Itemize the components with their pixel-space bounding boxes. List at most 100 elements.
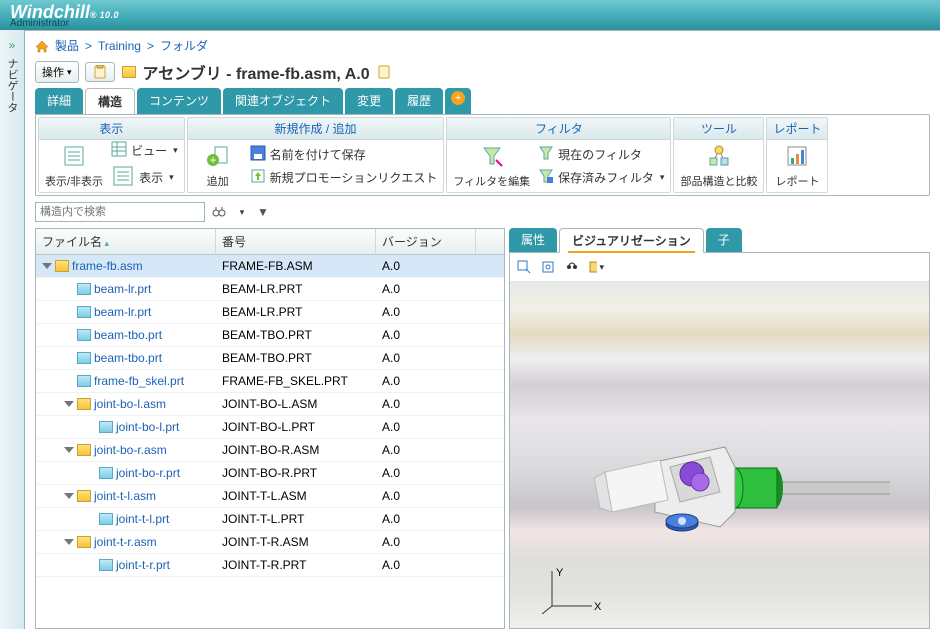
viz-tab[interactable]: ビジュアリゼーション: [559, 228, 704, 253]
tree-row[interactable]: joint-bo-r.asmJOINT-BO-R.ASMA.0: [36, 439, 504, 462]
report-icon: [785, 144, 809, 171]
axis-indicator: Y X: [542, 566, 602, 616]
ribbon-button[interactable]: +追加: [194, 144, 242, 189]
spin-icon[interactable]: [564, 259, 580, 275]
tree-item-number: BEAM-TBO.PRT: [216, 351, 376, 365]
ribbon-button[interactable]: レポート: [773, 144, 821, 189]
part-icon: [99, 559, 113, 571]
tree-item-version: A.0: [376, 558, 476, 572]
tab-4[interactable]: 変更: [345, 88, 393, 114]
tab-add[interactable]: +: [445, 88, 471, 114]
binoculars-icon[interactable]: [211, 204, 227, 220]
ribbon-button[interactable]: 表示/非表示: [45, 144, 103, 189]
tree-item-name[interactable]: joint-t-l.prt: [116, 512, 169, 526]
tree-item-number: JOINT-BO-R.ASM: [216, 443, 376, 457]
tab-3[interactable]: 関連オブジェクト: [223, 88, 343, 114]
navigator-sidebar[interactable]: » ナビゲータ: [0, 30, 25, 629]
tree-item-name[interactable]: joint-t-r.asm: [94, 535, 157, 549]
tree-row[interactable]: joint-bo-r.prt JOINT-BO-R.PRTA.0: [36, 462, 504, 485]
tree-row[interactable]: beam-tbo.prtBEAM-TBO.PRTA.0: [36, 324, 504, 347]
tree-row[interactable]: joint-bo-l.prtJOINT-BO-L.PRTA.0: [36, 416, 504, 439]
tree-item-name[interactable]: joint-t-r.prt: [116, 558, 170, 572]
clipboard-button[interactable]: [85, 62, 115, 82]
tab-5[interactable]: 履歴: [395, 88, 443, 114]
col-header-version[interactable]: バージョン: [376, 229, 476, 254]
ribbon-link[interactable]: 表示: [111, 164, 178, 191]
ribbon-link-label: ビュー: [131, 142, 167, 159]
tree-row[interactable]: beam-lr.prtBEAM-LR.PRTA.0: [36, 278, 504, 301]
home-icon[interactable]: [35, 38, 49, 53]
part-icon: [99, 513, 113, 525]
breadcrumb-link[interactable]: Training: [98, 39, 141, 53]
part-icon: [99, 421, 113, 433]
tree-item-version: A.0: [376, 466, 476, 480]
tree-item-version: A.0: [376, 420, 476, 434]
expand-icon[interactable]: [64, 493, 74, 499]
tree-item-number: JOINT-T-R.ASM: [216, 535, 376, 549]
search-options-icon[interactable]: [233, 204, 249, 220]
viz-tab[interactable]: 子: [706, 228, 742, 253]
part-icon: [77, 375, 91, 387]
ribbon-link[interactable]: 現在のフィルタ: [538, 145, 664, 164]
part-icon: [77, 283, 91, 295]
brand-reg: ®: [90, 10, 97, 20]
tree-item-number: BEAM-TBO.PRT: [216, 328, 376, 342]
structure-search-row: ▼: [25, 196, 940, 228]
tree-item-name[interactable]: beam-lr.prt: [94, 282, 151, 296]
tab-2[interactable]: コンテンツ: [137, 88, 221, 114]
tree-item-number: JOINT-BO-R.PRT: [216, 466, 376, 480]
breadcrumb-link[interactable]: 製品: [55, 37, 79, 54]
expand-navigator-icon[interactable]: »: [0, 38, 24, 52]
zoom-window-icon[interactable]: [516, 259, 532, 275]
tree-row[interactable]: frame-fb.asmFRAME-FB.ASMA.0: [36, 255, 504, 278]
ribbon-button[interactable]: 部品構造と比較: [680, 144, 757, 189]
navigator-label: ナビゲータ: [4, 58, 20, 113]
tree-row[interactable]: joint-t-l.asmJOINT-T-L.ASMA.0: [36, 485, 504, 508]
tree-row[interactable]: joint-t-r.prt JOINT-T-R.PRTA.0: [36, 554, 504, 577]
tree-row[interactable]: frame-fb_skel.prtFRAME-FB_SKEL.PRTA.0: [36, 370, 504, 393]
viz-canvas[interactable]: Y X: [510, 282, 929, 628]
breadcrumb-link[interactable]: フォルダ: [160, 37, 208, 54]
tree-item-name[interactable]: joint-bo-r.asm: [94, 443, 167, 457]
actions-button[interactable]: 操作▾: [35, 61, 79, 83]
tree-row[interactable]: joint-t-r.asmJOINT-T-R.ASMA.0: [36, 531, 504, 554]
ribbon-link[interactable]: 新規プロモーションリクエスト: [250, 168, 438, 187]
tree-item-name[interactable]: frame-fb_skel.prt: [94, 374, 184, 388]
tree-item-name[interactable]: joint-bo-r.prt: [116, 466, 180, 480]
expand-icon[interactable]: [64, 539, 74, 545]
tree-item-name[interactable]: joint-bo-l.asm: [94, 397, 166, 411]
tree-item-number: JOINT-T-R.PRT: [216, 558, 376, 572]
tree-item-name[interactable]: beam-tbo.prt: [94, 328, 162, 342]
tree-row[interactable]: joint-t-l.prtJOINT-T-L.PRTA.0: [36, 508, 504, 531]
expand-icon[interactable]: [64, 401, 74, 407]
expand-icon[interactable]: [64, 447, 74, 453]
structure-search-input[interactable]: [35, 202, 205, 222]
tab-0[interactable]: 詳細: [35, 88, 83, 114]
ribbon-group: フィルタフィルタを編集現在のフィルタ保存済みフィルタ: [446, 117, 671, 193]
ribbon-group-title: フィルタ: [447, 118, 670, 140]
tree-item-name[interactable]: beam-tbo.prt: [94, 351, 162, 365]
tree-row[interactable]: joint-bo-l.asmJOINT-BO-L.ASMA.0: [36, 393, 504, 416]
tab-1[interactable]: 構造: [85, 88, 135, 114]
tree-item-name[interactable]: beam-lr.prt: [94, 305, 151, 319]
col-header-number[interactable]: 番号: [216, 229, 376, 254]
tree-item-name[interactable]: joint-bo-l.prt: [116, 420, 179, 434]
zoom-fit-icon[interactable]: [540, 259, 556, 275]
tree-item-name[interactable]: frame-fb.asm: [72, 259, 143, 273]
ribbon-button-label: 追加: [207, 173, 229, 189]
expand-icon[interactable]: [42, 263, 52, 269]
viz-tab[interactable]: 属性: [509, 228, 557, 253]
filter-clear-icon[interactable]: ▼: [255, 204, 271, 220]
ribbon-link[interactable]: 保存済みフィルタ: [538, 168, 664, 187]
tree-row[interactable]: beam-tbo.prtBEAM-TBO.PRTA.0: [36, 347, 504, 370]
clipboard-icon: [92, 65, 108, 79]
ribbon-button-label: レポート: [775, 173, 819, 189]
tree-row[interactable]: beam-lr.prtBEAM-LR.PRTA.0: [36, 301, 504, 324]
col-header-name[interactable]: ファイル名: [36, 229, 216, 254]
ribbon-link[interactable]: ビュー: [111, 141, 178, 160]
ribbon-link[interactable]: 名前を付けて保存: [250, 145, 438, 164]
tree-item-name[interactable]: joint-t-l.asm: [94, 489, 156, 503]
promo-icon: [250, 168, 266, 187]
ribbon-button[interactable]: フィルタを編集: [453, 144, 530, 189]
render-mode-icon[interactable]: [588, 259, 604, 275]
